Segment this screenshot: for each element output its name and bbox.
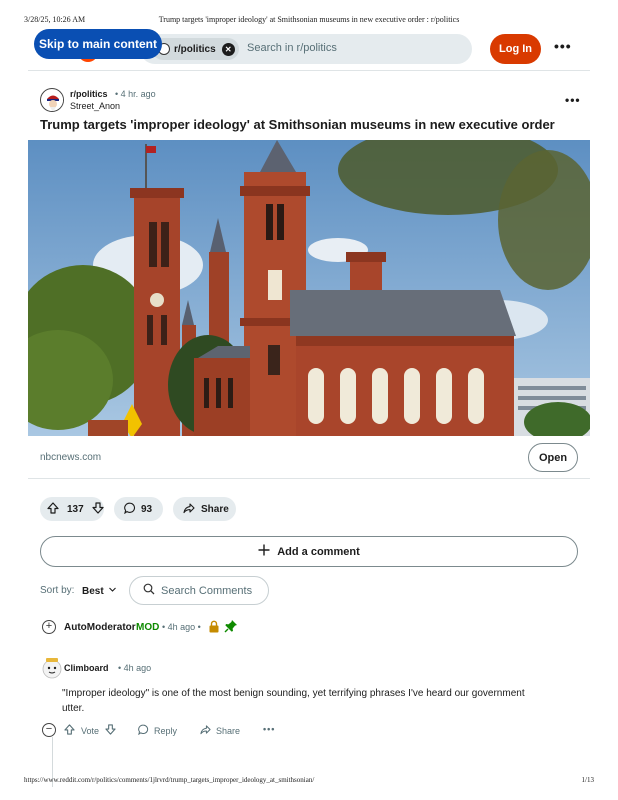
- comment-count: 93: [141, 503, 153, 515]
- skip-to-main-button[interactable]: Skip to main content: [34, 29, 162, 59]
- share-arrow-icon: [183, 502, 195, 517]
- reply-button[interactable]: Reply: [138, 724, 177, 737]
- comment-author[interactable]: AutoModerator: [64, 622, 136, 633]
- comment-author[interactable]: Climboard: [64, 663, 109, 673]
- plus-icon: [258, 544, 270, 559]
- sort-dropdown[interactable]: Best: [82, 585, 117, 597]
- link-domain[interactable]: nbcnews.com: [40, 452, 101, 463]
- comments-button[interactable]: 93: [114, 497, 163, 521]
- header-divider: [28, 70, 590, 71]
- post-subreddit-link[interactable]: r/politics: [70, 89, 108, 99]
- sort-value: Best: [82, 585, 104, 597]
- vote-pill: 137: [40, 497, 104, 521]
- search-input[interactable]: Search in r/politics: [247, 42, 337, 54]
- vote-count: 137: [67, 503, 84, 515]
- link-divider: [28, 478, 590, 479]
- comment-share-label: Share: [216, 725, 241, 736]
- post-title[interactable]: Trump targets 'improper ideology' at Smi…: [40, 117, 555, 132]
- avatar[interactable]: [40, 655, 64, 679]
- print-url: https://www.reddit.com/r/politics/commen…: [24, 776, 315, 784]
- add-comment-label: Add a comment: [277, 545, 360, 558]
- comment-bubble-icon: [138, 724, 149, 737]
- share-button[interactable]: Share: [173, 497, 236, 521]
- post-more-icon[interactable]: •••: [565, 93, 581, 107]
- comment-more-icon[interactable]: •••: [263, 724, 275, 734]
- reply-label: Reply: [154, 725, 178, 736]
- print-header: 3/28/25, 10:26 AM Trump targets 'imprope…: [24, 15, 594, 27]
- collapse-comment-icon[interactable]: −: [42, 723, 56, 737]
- subreddit-avatar[interactable]: [40, 88, 64, 112]
- upvote-icon[interactable]: [64, 724, 75, 737]
- downvote-icon[interactable]: [105, 724, 116, 737]
- login-button[interactable]: Log In: [490, 34, 541, 64]
- upvote-icon[interactable]: [47, 501, 59, 517]
- share-label: Share: [201, 503, 229, 515]
- post-time: • 4 hr. ago: [115, 89, 156, 99]
- lock-icon: [208, 620, 220, 638]
- search-icon: [143, 583, 155, 598]
- comment-body: "Improper ideology" is one of the most b…: [62, 688, 525, 714]
- print-footer: https://www.reddit.com/r/politics/commen…: [24, 776, 594, 788]
- subreddit-search-chip[interactable]: r/politics ✕: [152, 38, 239, 60]
- downvote-icon[interactable]: [92, 501, 104, 517]
- print-title: Trump targets 'improper ideology' at Smi…: [158, 15, 460, 24]
- mod-badge: MOD: [136, 622, 160, 633]
- post-image[interactable]: [28, 140, 590, 436]
- comment-vote: Vote: [64, 724, 116, 737]
- add-comment-button[interactable]: Add a comment: [40, 536, 578, 567]
- chevron-down-icon: [108, 585, 117, 597]
- print-page-number: 1/13: [581, 776, 594, 784]
- sort-label: Sort by:: [40, 585, 75, 596]
- open-link-button[interactable]: Open: [528, 443, 578, 472]
- clear-chip-icon[interactable]: ✕: [221, 42, 235, 56]
- comment-search-input[interactable]: Search Comments: [129, 576, 269, 605]
- post-author-link[interactable]: Street_Anon: [70, 101, 120, 111]
- comment-time: • 4h ago: [118, 663, 152, 673]
- subreddit-chip-label: r/politics: [174, 43, 216, 55]
- comment-search-placeholder: Search Comments: [161, 584, 253, 597]
- pin-icon: [224, 619, 238, 638]
- vote-label: Vote: [81, 725, 100, 736]
- expand-comment-icon[interactable]: +: [42, 620, 56, 634]
- comment-bubble-icon: [124, 502, 136, 517]
- share-arrow-icon: [200, 724, 211, 737]
- comment-time: • 4h ago •: [162, 622, 201, 632]
- comment-share-button[interactable]: Share: [200, 724, 240, 737]
- more-options-icon[interactable]: •••: [554, 38, 572, 54]
